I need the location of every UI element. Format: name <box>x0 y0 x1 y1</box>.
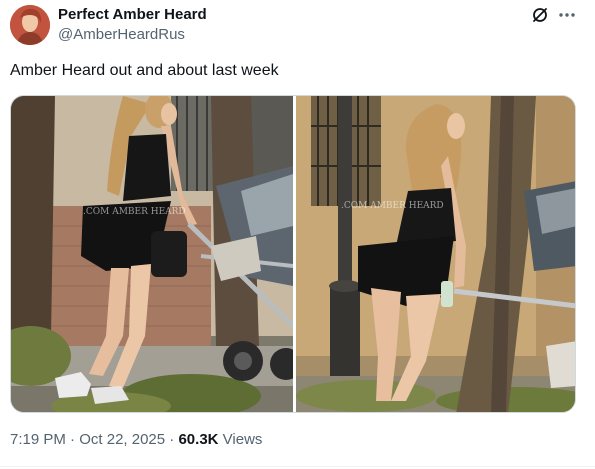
watermark-left: .COM AMBER HEARD <box>83 207 186 217</box>
media-grid: .COM AMBER HEARD .COM AMBER HEARD <box>10 95 576 413</box>
photo-2[interactable]: .COM AMBER HEARD <box>296 96 575 412</box>
photo-1[interactable]: .COM AMBER HEARD <box>11 96 293 412</box>
tweet-text: Amber Heard out and about last week <box>10 62 279 79</box>
meta-separator-2: · <box>169 431 175 448</box>
grok-icon[interactable] <box>531 6 549 24</box>
tweet-date[interactable]: Oct 22, 2025 <box>79 431 165 448</box>
tweet-meta: 7:19 PM · Oct 22, 2025 · 60.3K Views <box>10 431 262 448</box>
tweet-card[interactable]: Perfect Amber Heard @AmberHeardRus Amber… <box>0 0 595 469</box>
more-horizontal-icon[interactable] <box>557 6 577 24</box>
author-display-name[interactable]: Perfect Amber Heard <box>58 6 207 23</box>
tweet-time[interactable]: 7:19 PM <box>10 431 66 448</box>
meta-separator: · <box>70 431 76 448</box>
divider <box>0 466 595 467</box>
watermark-right: .COM AMBER HEARD <box>341 201 444 211</box>
views-count: 60.3K <box>178 431 219 448</box>
avatar[interactable] <box>10 5 50 45</box>
views-label: Views <box>222 431 263 448</box>
avatar-image <box>10 5 50 45</box>
author-handle[interactable]: @AmberHeardRus <box>58 26 185 43</box>
